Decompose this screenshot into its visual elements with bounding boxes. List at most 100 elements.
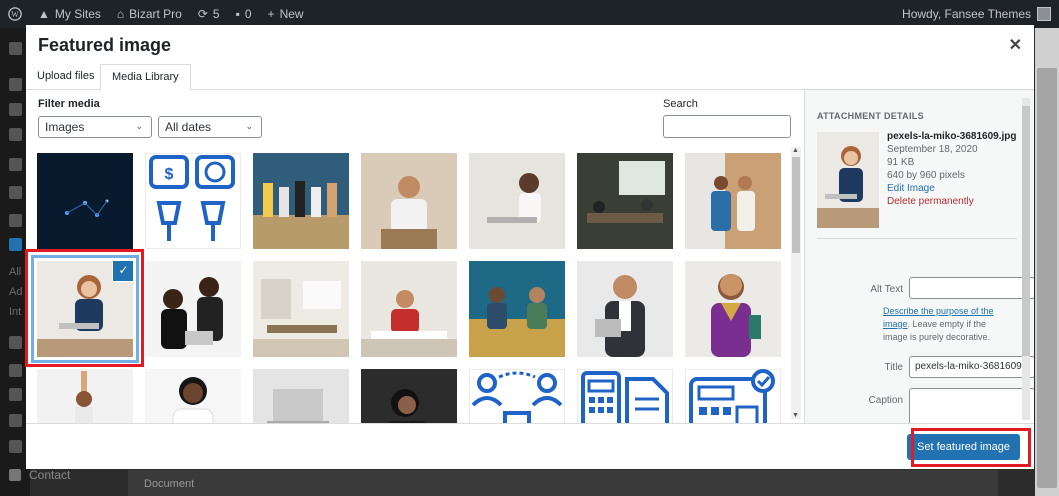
filter-media-label: Filter media (38, 98, 100, 110)
dollar-icon (9, 414, 22, 427)
modal-tabs: Upload files Media Library (26, 64, 1034, 91)
attachment-size: 91 KB (887, 157, 915, 168)
comments-count: 0 (244, 7, 252, 21)
caption-field[interactable] (909, 388, 1034, 424)
attachment-dimensions: 640 by 960 pixels (887, 170, 965, 181)
updates-menu[interactable]: ⟳ 5 (190, 0, 228, 28)
media-thumbnail[interactable] (685, 369, 781, 423)
sidebar-scrollbar[interactable] (1022, 98, 1030, 420)
comment-icon: ▪ (235, 7, 240, 21)
media-thumbnail[interactable]: $ (145, 153, 241, 249)
media-thumbnail[interactable] (361, 261, 457, 357)
settings-icon (9, 238, 22, 251)
dashboard-icon (9, 42, 22, 55)
set-featured-image-button[interactable]: Set featured image (907, 434, 1020, 460)
delete-permanently-link[interactable]: Delete permanently (887, 195, 1017, 208)
media-thumbnail[interactable] (361, 369, 457, 423)
mail-icon (9, 469, 21, 481)
sidebar-scrollbar-thumb[interactable] (1022, 106, 1030, 356)
media-grid: $ ✓ (26, 143, 794, 423)
checkmark-icon[interactable]: ✓ (113, 261, 133, 281)
title-label: Title (884, 362, 903, 373)
media-thumbnail[interactable] (469, 369, 565, 423)
attachment-details-heading: ATTACHMENT DETAILS (817, 111, 924, 121)
site-name-menu[interactable]: ⌂ Bizart Pro (109, 0, 190, 28)
alt-text-field[interactable] (909, 277, 1034, 299)
media-thumbnail[interactable] (577, 153, 673, 249)
new-label: New (279, 7, 304, 21)
media-thumbnail[interactable] (37, 153, 133, 249)
alt-text-label: Alt Text (870, 284, 903, 295)
page-scrollbar-thumb[interactable] (1037, 68, 1057, 488)
attachment-preview (817, 132, 879, 228)
search-input[interactable] (663, 115, 791, 138)
edit-image-link[interactable]: Edit Image (887, 182, 1017, 195)
media-type-select[interactable]: Images ⌄ (38, 116, 152, 138)
scroll-up-icon[interactable]: ▲ (792, 147, 799, 154)
avatar (1037, 7, 1051, 21)
menu-fragment: All (9, 266, 22, 278)
close-icon[interactable]: ✕ (1009, 35, 1022, 55)
media-thumbnail-selected[interactable]: ✓ (37, 261, 133, 357)
media-thumbnail[interactable] (685, 261, 781, 357)
updates-count: 5 (212, 7, 220, 21)
my-sites-label: My Sites (54, 7, 101, 21)
media-modal: Featured image ✕ Upload files Media Libr… (26, 25, 1034, 469)
grid-scrollbar[interactable]: ▲ ▼ (791, 147, 801, 419)
site-name-label: Bizart Pro (129, 7, 182, 21)
page-scrollbar[interactable] (1035, 28, 1059, 496)
media-thumbnail[interactable] (469, 261, 565, 357)
grid-scrollbar-thumb[interactable] (792, 157, 800, 253)
date-filter-select[interactable]: All dates ⌄ (158, 116, 262, 138)
title-field[interactable]: pexels-la-miko-3681609 (909, 356, 1034, 378)
media-thumbnail[interactable] (685, 153, 781, 249)
howdy-label: Howdy, Fansee Themes (902, 7, 1031, 21)
pages-icon (9, 128, 22, 141)
media-thumbnail[interactable] (253, 261, 349, 357)
admin-bar: W ▲ My Sites ⌂ Bizart Pro ⟳ 5 ▪ 0 + New … (0, 0, 1059, 28)
comments-menu[interactable]: ▪ 0 (228, 0, 260, 28)
document-label: Document (144, 478, 195, 490)
media-type-value: Images (45, 120, 85, 134)
mail-icon (9, 440, 22, 453)
appearance-icon (9, 186, 22, 199)
media-thumbnail[interactable] (577, 261, 673, 357)
background-document-panel: Document (128, 470, 998, 496)
attachment-details-sidebar: ATTACHMENT DETAILS pexels-la-miko-368160… (804, 90, 1034, 424)
tab-upload-files[interactable]: Upload files (26, 64, 105, 90)
scroll-down-icon[interactable]: ▼ (792, 412, 799, 419)
media-thumbnail[interactable] (145, 261, 241, 357)
media-thumbnail[interactable] (577, 369, 673, 423)
media-thumbnail[interactable] (469, 153, 565, 249)
media-thumbnail[interactable] (37, 369, 133, 423)
posts-icon (9, 78, 22, 91)
modal-title: Featured image (38, 35, 172, 55)
search-label: Search (663, 98, 698, 110)
svg-text:$: $ (165, 166, 174, 183)
account-menu[interactable]: Howdy, Fansee Themes (902, 0, 1051, 28)
my-sites-menu[interactable]: ▲ My Sites (30, 0, 109, 28)
new-content-menu[interactable]: + New (260, 0, 312, 28)
plus-icon: + (267, 7, 275, 21)
attachment-date: September 18, 2020 (887, 144, 978, 155)
media-thumbnail[interactable] (253, 369, 349, 423)
wordpress-logo-icon[interactable]: W (0, 0, 30, 28)
tab-media-library[interactable]: Media Library (100, 64, 191, 91)
updates-icon: ⟳ (197, 7, 208, 21)
chevron-down-icon: ⌄ (135, 121, 143, 131)
menu-fragment: Int (9, 306, 22, 318)
attachment-info: pexels-la-miko-3681609.jpg September 18,… (887, 130, 1017, 208)
alt-text-help: Describe the purpose of the image. Leave… (883, 305, 1013, 344)
support-icon (9, 388, 22, 401)
contact-menu-item: Contact (9, 468, 70, 482)
modal-toolbar: Set featured image (26, 423, 1034, 469)
media-thumbnail[interactable] (361, 153, 457, 249)
media-thumbnail[interactable] (145, 369, 241, 423)
comments-icon (9, 158, 22, 171)
caption-label: Caption (868, 395, 903, 406)
chevron-down-icon: ⌄ (245, 121, 253, 131)
media-thumbnail[interactable] (253, 153, 349, 249)
tools-icon (9, 214, 22, 227)
date-filter-value: All dates (165, 120, 212, 134)
sites-icon: ▲ (38, 7, 50, 21)
